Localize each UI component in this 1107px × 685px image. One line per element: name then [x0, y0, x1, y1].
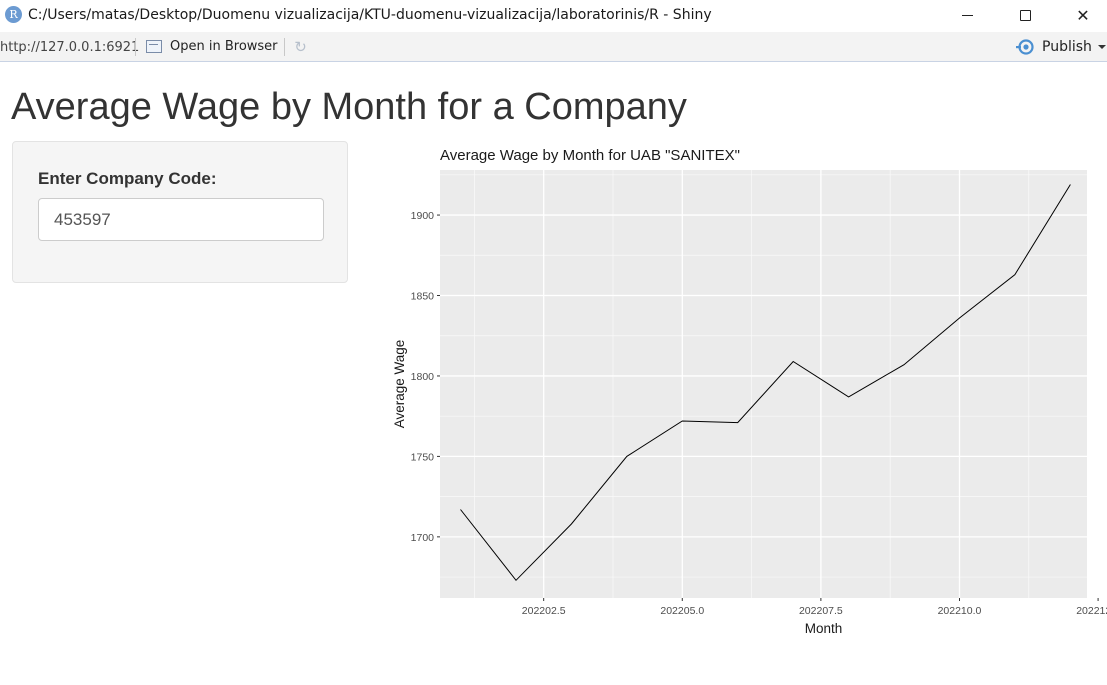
publish-label: Publish: [1042, 39, 1092, 55]
sidebar-panel: Enter Company Code:: [12, 141, 348, 283]
y-tick-label: 1800: [411, 371, 435, 383]
publish-dropdown-caret-icon[interactable]: [1098, 45, 1106, 49]
page-title: Average Wage by Month for a Company: [11, 86, 687, 128]
browser-window-icon: [146, 40, 162, 53]
x-tick-label: 202210.0: [938, 605, 982, 617]
y-tick-label: 1750: [411, 451, 435, 463]
company-code-label: Enter Company Code:: [38, 169, 217, 188]
wage-line-chart: 1700 1750 1800 1850 1900 202202.5 202205.0 2022…: [392, 147, 1107, 636]
x-tick-label: 202207.5: [799, 605, 843, 617]
publish-icon: [1016, 39, 1034, 55]
x-tick-label: 202205.0: [660, 605, 704, 617]
maximize-button[interactable]: [1003, 0, 1047, 31]
open-in-browser-label: Open in Browser: [170, 39, 278, 54]
open-in-browser-button[interactable]: Open in Browser: [146, 39, 278, 54]
window-title: C:/Users/matas/Desktop/Duomenu vizualiza…: [28, 7, 712, 23]
company-code-input[interactable]: [38, 198, 324, 241]
x-tick-label: 202202.5: [522, 605, 566, 617]
x-tick-label: 202212.5: [1076, 605, 1107, 617]
y-tick-label: 1700: [411, 532, 435, 544]
r-app-icon: R: [5, 6, 22, 23]
toolbar-divider: [135, 38, 136, 56]
y-tick-label: 1900: [411, 210, 435, 222]
minimize-button[interactable]: [945, 0, 989, 31]
publish-button[interactable]: Publish: [1016, 39, 1092, 55]
refresh-icon[interactable]: ↻: [292, 39, 309, 56]
window-title-bar: R C:/Users/matas/Desktop/Duomenu vizuali…: [0, 0, 1107, 31]
y-tick-label: 1850: [411, 291, 435, 303]
url-display[interactable]: http://127.0.0.1:6921: [0, 40, 139, 55]
y-axis-label: Average Wage: [392, 340, 407, 429]
plot-panel: [440, 170, 1087, 598]
toolbar-divider: [284, 38, 285, 56]
close-button[interactable]: ✕: [1061, 0, 1105, 31]
maximize-icon: [1019, 10, 1031, 21]
viewer-toolbar: http://127.0.0.1:6921 Open in Browser ↻ …: [0, 32, 1107, 62]
close-icon: ✕: [1076, 6, 1090, 25]
x-axis-label: Month: [805, 621, 843, 636]
minimize-icon: [961, 15, 973, 16]
chart-title: Average Wage by Month for UAB "SANITEX": [440, 147, 740, 164]
